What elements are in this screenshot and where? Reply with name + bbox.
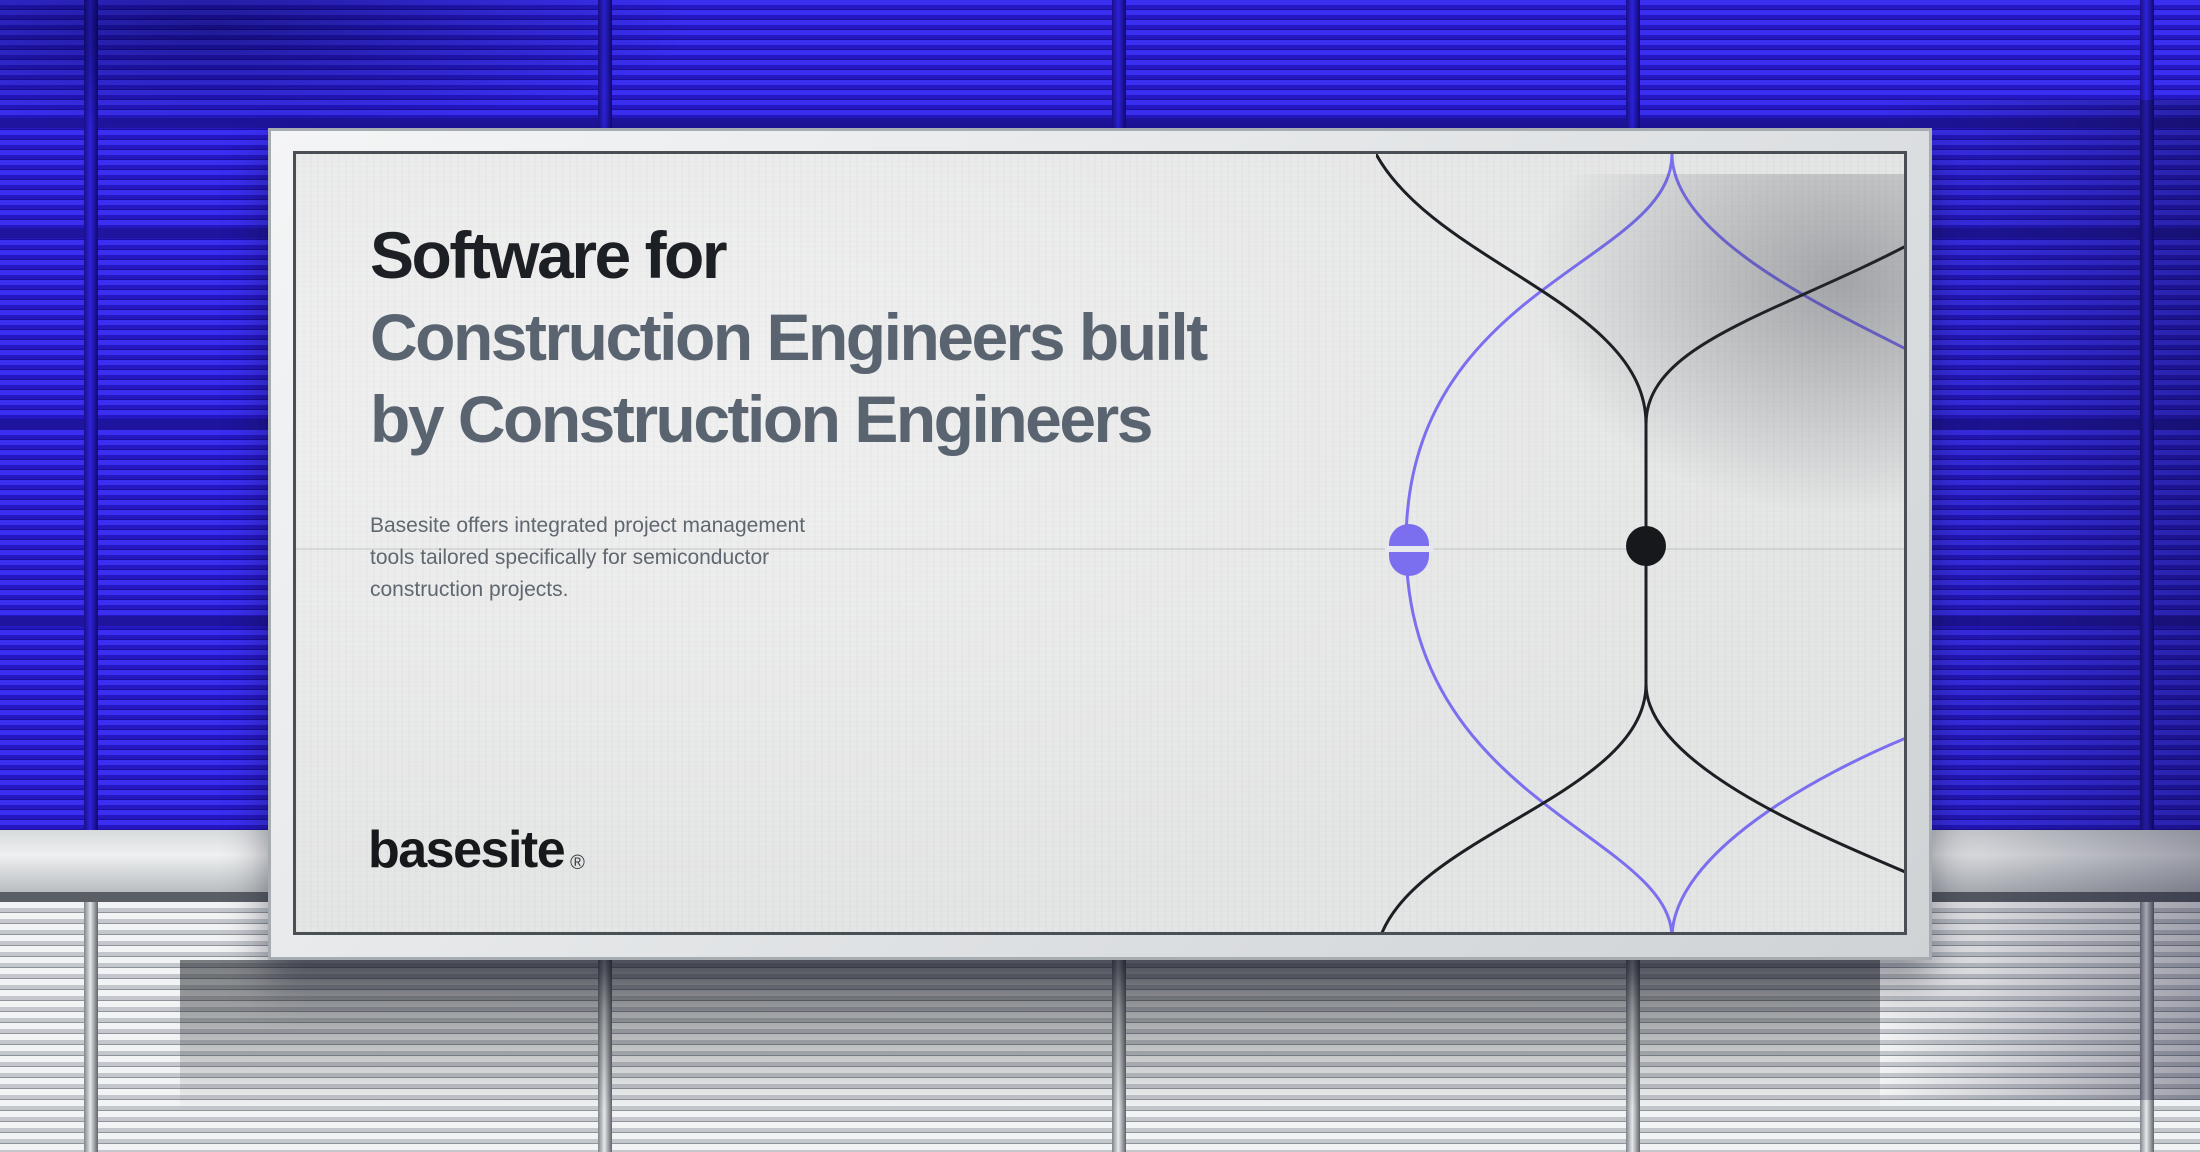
logo-wordmark: basesite: [368, 821, 566, 879]
billboard-panel: Software for Construction Engineers buil…: [293, 151, 1907, 935]
headline: Software for Construction Engineers buil…: [370, 214, 1270, 460]
headline-line-3: by Construction Engineers: [370, 382, 1153, 456]
tree-shadow: [0, 0, 700, 130]
description: Basesite offers integrated project manag…: [370, 510, 850, 606]
accent-curve-right-bottom: [1671, 737, 1904, 932]
description-line-1: Basesite offers integrated project manag…: [370, 514, 806, 537]
registered-mark: ®: [570, 852, 585, 874]
wall-post: [84, 902, 98, 1152]
dark-curve-left-bottom: [1380, 683, 1648, 932]
dark-curve-right-bottom: [1644, 683, 1904, 874]
headline-line-2: Construction Engineers built: [370, 300, 1208, 374]
billboard-frame: Software for Construction Engineers buil…: [268, 128, 1932, 960]
description-line-3: construction projects.: [370, 578, 569, 601]
description-line-2: tools tailored specifically for semicond…: [370, 546, 770, 569]
tree-shadow: [1504, 174, 1904, 534]
accent-node-gap: [1385, 546, 1433, 552]
headline-line-1: Software for: [370, 218, 728, 292]
billboard-cast-shadow: [180, 960, 1880, 1110]
basesite-logo: basesite ®: [368, 820, 585, 880]
